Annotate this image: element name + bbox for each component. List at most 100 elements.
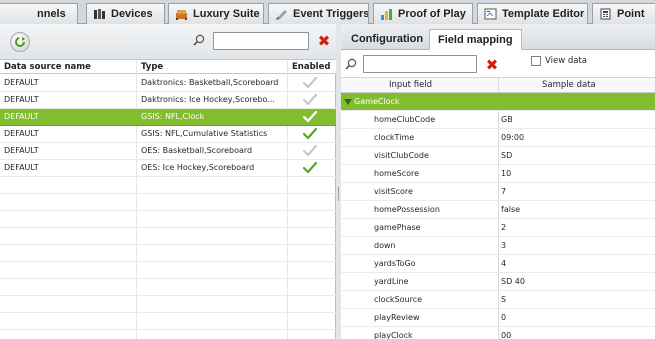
column-header-name[interactable]: Data source name	[4, 62, 91, 72]
column-header-sample-data[interactable]: Sample data	[542, 80, 596, 90]
input-field-cell: down	[374, 241, 396, 250]
data-source-name-cell: DEFAULT	[4, 112, 39, 121]
tab-configuration[interactable]: Configuration	[343, 29, 431, 50]
field-row[interactable]: yardLine SD 40	[341, 273, 655, 291]
view-data-checkbox[interactable]	[531, 56, 541, 66]
empty-table-row	[0, 211, 336, 228]
column-header-type[interactable]: Type	[141, 62, 163, 72]
splitter-grip[interactable]	[338, 187, 339, 201]
data-source-search-input[interactable]	[213, 32, 309, 50]
table-row[interactable]: DEFAULT GSIS: NFL,Cumulative Statistics	[0, 126, 336, 143]
field-row[interactable]: homeScore 10	[341, 165, 655, 183]
empty-table-row	[0, 228, 336, 245]
input-field-cell: clockSource	[374, 295, 423, 304]
table-row[interactable]: DEFAULT Daktronics: Ice Hockey,Scorebo...	[0, 92, 336, 109]
data-source-table-body: DEFAULT Daktronics: Basketball,Scoreboard…	[0, 75, 336, 339]
tab-template-editor[interactable]: Template Editor	[477, 3, 588, 24]
column-header-input-field[interactable]: Input field	[389, 80, 432, 90]
empty-table-row	[0, 262, 336, 279]
field-search-input[interactable]	[363, 55, 477, 73]
input-field-cell: gamePhase	[374, 223, 421, 232]
empty-table-row	[0, 194, 336, 211]
tab-devices[interactable]: Devices	[86, 3, 165, 24]
table-row[interactable]: DEFAULT OES: Basketball,Scoreboard	[0, 143, 336, 160]
field-row[interactable]: visitClubCode SD	[341, 147, 655, 165]
tab-proof-of-play[interactable]: Proof of Play	[373, 3, 473, 24]
sample-data-cell: 10	[501, 169, 512, 178]
sample-data-cell: 0	[501, 313, 507, 322]
refresh-button[interactable]	[10, 32, 30, 52]
field-row[interactable]: homeClubCode GB	[341, 111, 655, 129]
field-row[interactable]: yardsToGo 4	[341, 255, 655, 273]
sample-data-cell: GB	[501, 115, 513, 124]
enabled-check-icon[interactable]	[303, 162, 317, 174]
table-row[interactable]: DEFAULT GSIS: NFL,Clock	[0, 109, 336, 126]
detail-tab-bar: Configuration Field mapping	[341, 24, 655, 50]
field-row[interactable]: playClock 00	[341, 327, 655, 339]
column-header-enabled[interactable]: Enabled	[292, 62, 330, 72]
tab-event-triggers[interactable]: Event Triggers	[268, 3, 369, 24]
tab-label: Point	[617, 8, 645, 20]
group-row-gameclock[interactable]: GameClock	[341, 93, 655, 111]
field-row[interactable]: homePossession false	[341, 201, 655, 219]
search-icon	[193, 34, 205, 46]
field-row[interactable]: visitScore 7	[341, 183, 655, 201]
sample-data-cell: S	[501, 295, 507, 304]
devices-icon	[93, 8, 106, 20]
data-source-name-cell: DEFAULT	[4, 78, 39, 87]
data-source-name-cell: DEFAULT	[4, 163, 39, 172]
enabled-check-icon[interactable]	[303, 77, 317, 89]
tab-label: nnels	[37, 8, 66, 20]
tab-label: Template Editor	[502, 8, 585, 20]
input-field-cell: playReview	[374, 313, 420, 322]
table-row[interactable]: DEFAULT Daktronics: Basketball,Scoreboard	[0, 75, 336, 92]
input-field-cell: clockTime	[374, 133, 415, 142]
data-source-table-header: Data source name Type Enabled	[0, 60, 336, 74]
sample-data-cell: false	[501, 205, 521, 214]
enabled-check-icon[interactable]	[303, 94, 317, 106]
tab-label: Event Triggers	[293, 8, 369, 20]
sample-data-cell: 2	[501, 223, 507, 232]
tab-point[interactable]: Point	[592, 3, 655, 24]
sample-data-cell: SD 40	[501, 277, 525, 286]
group-label: GameClock	[354, 97, 400, 106]
template-editor-icon	[484, 8, 497, 20]
field-row[interactable]: playReview 0	[341, 309, 655, 327]
data-source-type-cell: GSIS: NFL,Clock	[141, 112, 205, 121]
sample-data-cell: 00	[501, 331, 512, 339]
field-row[interactable]: gamePhase 2	[341, 219, 655, 237]
data-source-name-cell: DEFAULT	[4, 95, 39, 104]
point-icon	[599, 8, 612, 20]
sample-data-cell: 7	[501, 187, 507, 196]
tab-label: Luxury Suite	[193, 8, 260, 20]
input-field-cell: yardLine	[374, 277, 409, 286]
data-source-name-cell: DEFAULT	[4, 146, 39, 155]
enabled-check-icon[interactable]	[303, 145, 317, 157]
field-mapping-panel: Configuration Field mapping ✖ View data …	[341, 24, 655, 339]
field-row[interactable]: clockSource S	[341, 291, 655, 309]
expand-triangle-icon[interactable]	[344, 98, 352, 106]
empty-table-row	[0, 330, 336, 339]
tab-luxury-suite[interactable]: Luxury Suite	[168, 3, 264, 24]
data-source-type-cell: OES: Ice Hockey,Scoreboard	[141, 163, 255, 172]
refresh-icon	[15, 37, 25, 47]
search-icon	[345, 58, 357, 70]
empty-table-row	[0, 245, 336, 262]
data-source-toolbar: ✖	[0, 24, 336, 60]
field-mapping-toolbar: ✖ View data	[341, 50, 655, 78]
field-row[interactable]: clockTime 09:00	[341, 129, 655, 147]
clear-field-search-icon[interactable]: ✖	[485, 58, 499, 73]
data-source-type-cell: Daktronics: Ice Hockey,Scorebo...	[141, 95, 275, 104]
field-mapping-table-body: GameClock homeClubCode GB clockTime 09:00 vi…	[341, 93, 655, 339]
field-row[interactable]: down 3	[341, 237, 655, 255]
input-field-cell: homePossession	[374, 205, 440, 214]
tab-channels[interactable]: nnels	[0, 3, 78, 24]
table-row[interactable]: DEFAULT OES: Ice Hockey,Scoreboard	[0, 160, 336, 177]
clear-search-icon[interactable]: ✖	[317, 34, 331, 49]
empty-table-row	[0, 279, 336, 296]
enabled-check-icon[interactable]	[303, 128, 317, 140]
tab-field-mapping[interactable]: Field mapping	[429, 29, 522, 50]
view-data-label[interactable]: View data	[545, 56, 587, 66]
enabled-check-icon[interactable]	[303, 111, 317, 123]
sample-data-cell: 3	[501, 241, 507, 250]
